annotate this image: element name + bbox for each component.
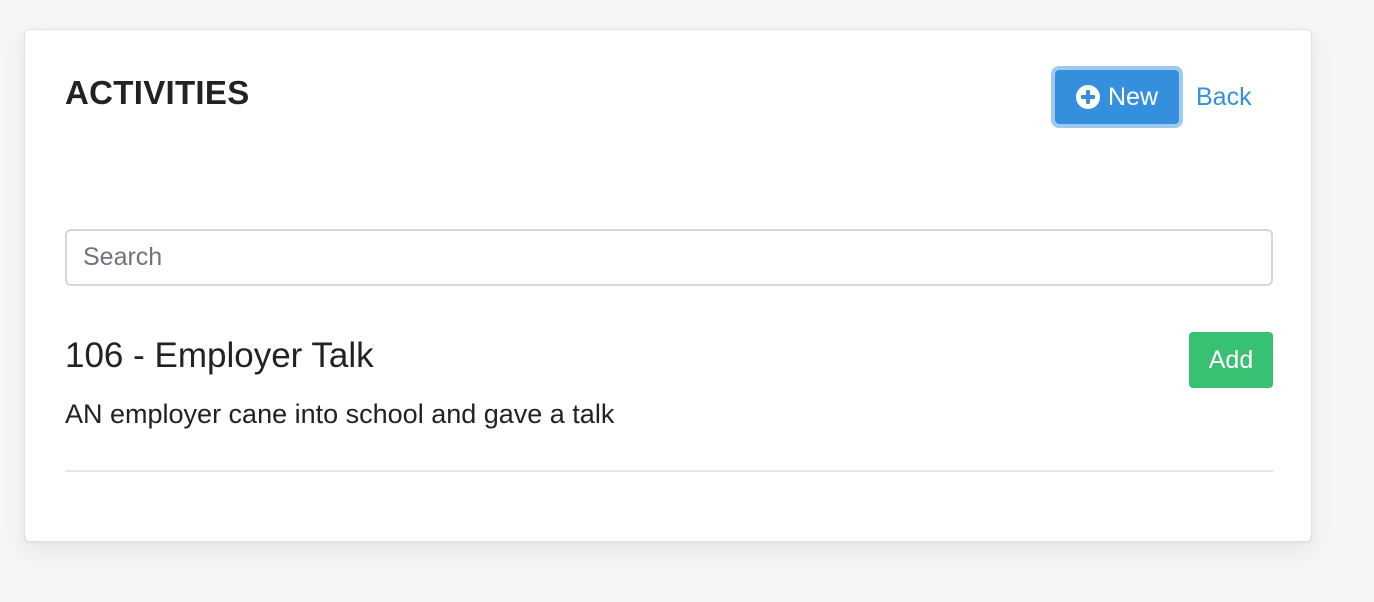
back-link[interactable]: Back <box>1196 81 1252 113</box>
activities-card: ACTIVITIES New Back 106 - Employer Talk … <box>24 29 1312 542</box>
new-button-label: New <box>1107 82 1158 111</box>
activity-description: AN employer cane into school and gave a … <box>65 399 615 429</box>
search-input[interactable] <box>65 229 1273 286</box>
page-title: ACTIVITIES <box>65 74 250 111</box>
plus-circle-icon <box>1075 85 1100 109</box>
new-button[interactable]: New <box>1051 66 1183 128</box>
add-button[interactable]: Add <box>1189 332 1273 388</box>
list-item: 106 - Employer Talk AN employer cane int… <box>65 330 1273 472</box>
activity-title: 106 - Employer Talk <box>65 336 374 375</box>
